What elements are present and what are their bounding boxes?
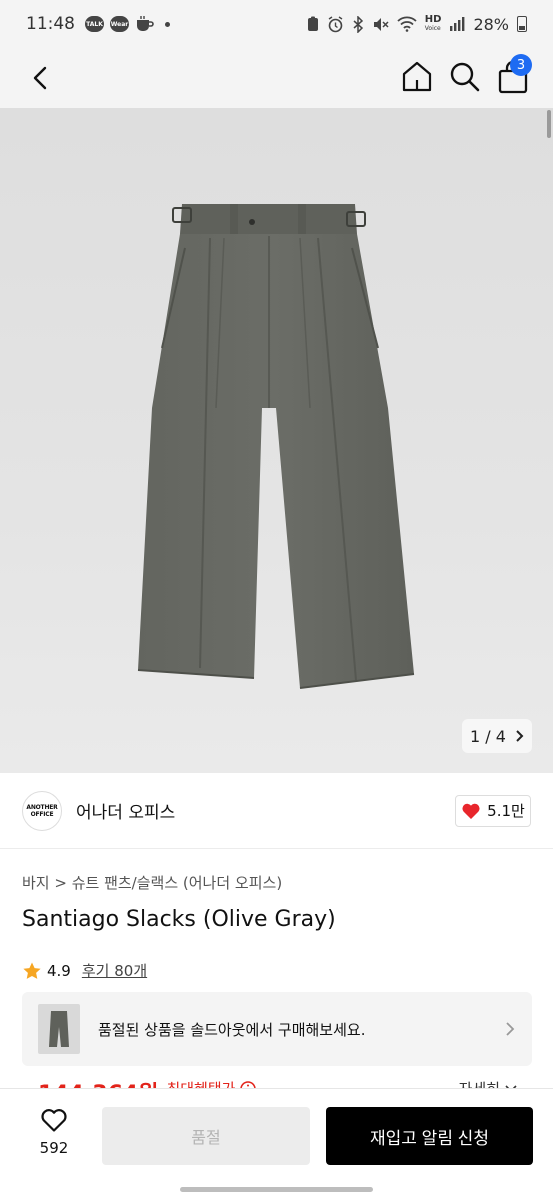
back-arrow-icon[interactable]: [24, 60, 60, 96]
star-icon: [23, 962, 41, 979]
search-icon[interactable]: [446, 58, 484, 96]
chevron-right-icon: [506, 1022, 515, 1036]
wifi-icon: [397, 16, 417, 32]
restock-alert-button[interactable]: 재입고 알림 신청: [326, 1107, 533, 1165]
bottom-action-bar: 592 품절 재입고 알림 신청: [0, 1088, 553, 1200]
notification-dot-icon: [165, 21, 170, 27]
product-image-gallery[interactable]: [0, 108, 553, 773]
battery-percent: 28%: [473, 14, 509, 34]
wishlist-button[interactable]: 592: [30, 1107, 78, 1163]
product-image: [137, 204, 415, 689]
home-indicator[interactable]: [180, 1187, 373, 1192]
brand-like-count: 5.1만: [487, 802, 525, 820]
rating-score: 4.9: [47, 961, 71, 980]
wishlist-count: 592: [39, 1139, 69, 1157]
brand-logo-line1: ANOTHER: [26, 803, 58, 811]
coffee-icon: [137, 16, 154, 31]
rating-row[interactable]: 4.9 후기 80개: [22, 960, 147, 981]
soldout-thumbnail: [38, 1004, 80, 1054]
breadcrumb[interactable]: 바지 > 슈트 팬츠/슬랙스 (어나더 오피스): [22, 872, 282, 893]
hd-voice-indicator: HD Voice: [425, 15, 442, 33]
signal-icon: [450, 17, 465, 31]
brand-like-button[interactable]: 5.1만: [455, 794, 531, 827]
brand-row[interactable]: ANOTHER OFFICE 어나더 오피스 5.1만: [0, 773, 553, 849]
brand-name[interactable]: 어나더 오피스: [76, 798, 175, 823]
brand-logo[interactable]: ANOTHER OFFICE: [22, 790, 62, 831]
chevron-right-icon: [516, 730, 524, 742]
image-counter: 1 / 4: [470, 726, 506, 746]
cart-count-badge: 3: [510, 54, 532, 76]
top-navigation: [0, 48, 553, 108]
scrollbar[interactable]: [547, 110, 551, 138]
status-time: 11:48: [26, 14, 75, 34]
mute-icon: [373, 17, 389, 31]
heart-filled-icon: [462, 803, 480, 819]
soldout-message: 품절된 상품을 솔드아웃에서 구매해보세요.: [98, 1020, 366, 1039]
soldout-promo-card[interactable]: 품절된 상품을 솔드아웃에서 구매해보세요.: [22, 992, 532, 1066]
heart-outline-icon: [41, 1109, 67, 1132]
soldout-button[interactable]: 품절: [102, 1107, 310, 1165]
image-pagination[interactable]: 1 / 4: [462, 719, 532, 753]
review-count-link[interactable]: 후기 80개: [82, 960, 147, 981]
home-icon[interactable]: [398, 58, 436, 96]
brand-logo-line2: OFFICE: [30, 810, 54, 818]
wear-icon: Wear: [110, 16, 129, 32]
battery-icon: [517, 16, 527, 32]
clipboard-icon: [307, 16, 318, 31]
bluetooth-icon: [353, 15, 363, 33]
hd-label: HD: [424, 14, 442, 25]
product-title: Santiago Slacks (Olive Gray): [22, 907, 336, 932]
voice-label: Voice: [424, 25, 441, 32]
status-bar: 11:48 TALK Wear HD Voice 28%: [0, 0, 553, 48]
alarm-icon: [328, 15, 343, 32]
talk-icon: TALK: [85, 16, 104, 32]
